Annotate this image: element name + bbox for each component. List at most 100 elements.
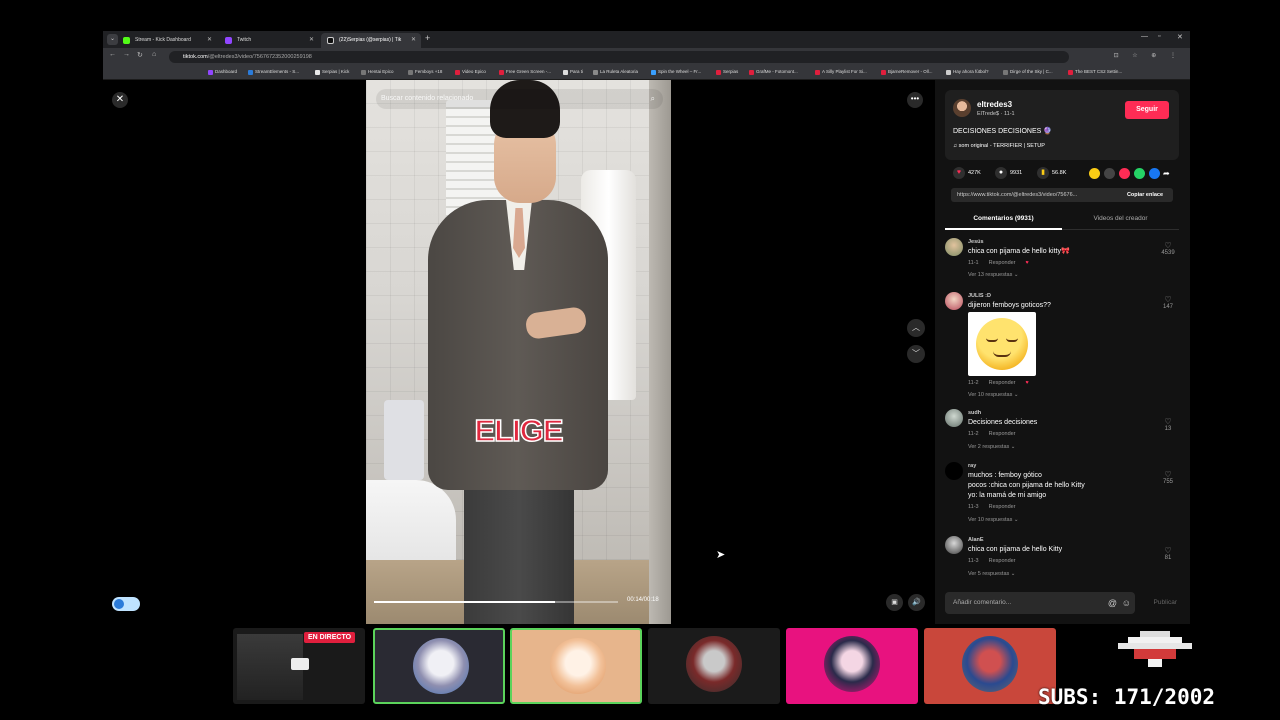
commenter-avatar[interactable] <box>945 462 963 480</box>
comment-meta: 11-2 Responder <box>968 431 1026 437</box>
subs-counter: SUBS: 171/2002 <box>1038 685 1216 709</box>
kick-icon <box>123 37 130 44</box>
close-window-icon[interactable]: ✕ <box>1177 33 1183 41</box>
search-icon[interactable]: ⌕ <box>651 89 655 109</box>
tiktok-page: ✕ ••• ︿ ﹀ ▣ 🔊 Buscar contenido relaciona… <box>103 80 1190 624</box>
reply-button[interactable]: Responder <box>989 431 1016 437</box>
guest-cam-1 <box>373 628 505 704</box>
commenter-avatar[interactable] <box>945 238 963 256</box>
bookmark-item[interactable]: Serpias | Kick <box>315 69 349 75</box>
tab-tiktok[interactable]: (22)Serpias (@serpias) | Tik ✕ <box>321 33 421 48</box>
bookmark-item[interactable]: StreamElements - S... <box>248 69 299 75</box>
commenter-name[interactable]: sudh <box>968 410 981 416</box>
address-bar[interactable]: tiktok.com/@eltredes3/video/756767235200… <box>169 51 1069 63</box>
minimize-icon[interactable]: — <box>1141 33 1148 40</box>
repost-icon[interactable] <box>1089 168 1100 179</box>
commenter-name[interactable]: JULIS :D <box>968 293 991 299</box>
mention-icon[interactable]: @ <box>1108 592 1117 614</box>
video-link[interactable]: https://www.tiktok.com/@eltredes3/video/… <box>957 188 1112 202</box>
reload-icon[interactable]: ↻ <box>137 51 143 59</box>
related-search-input[interactable]: Buscar contenido relacionado ⌕ <box>376 89 663 109</box>
sound-link[interactable]: ♫ som original - TERRIFIER | SETUP <box>953 143 1045 149</box>
view-replies[interactable]: Ver 5 respuestas ⌄ <box>968 571 1015 577</box>
commenter-name[interactable]: Jesús <box>968 239 984 245</box>
like-stat[interactable]: ♥ 427K <box>953 167 981 179</box>
bookmark-item[interactable]: Video Epico <box>455 69 486 75</box>
comment-like[interactable]: ♡ 147 <box>1157 295 1179 310</box>
reply-button[interactable]: Responder <box>989 260 1016 266</box>
reply-button[interactable]: Responder <box>989 558 1016 564</box>
autoscroll-toggle[interactable] <box>112 597 140 611</box>
bookmark-item[interactable]: Dashboard <box>208 69 237 75</box>
forward-icon[interactable]: → <box>123 51 130 58</box>
comment-input[interactable]: Añadir comentario... @ ☺ <box>945 592 1135 614</box>
comment-stat[interactable]: ● 9931 <box>995 167 1022 179</box>
follow-button[interactable]: Seguir <box>1125 101 1169 119</box>
bookmark-item[interactable]: Dirge of the Sky | C... <box>1003 69 1053 75</box>
bookmark-item[interactable]: Hay ahora fútbol? <box>946 69 989 75</box>
bookmark-item[interactable]: A Silly Playlist For Si... <box>815 69 867 75</box>
comment-like-count: 147 <box>1162 304 1173 310</box>
close-icon[interactable]: ✕ <box>207 33 212 48</box>
publish-button[interactable]: Publicar <box>1154 592 1177 614</box>
pip-icon[interactable]: ▣ <box>886 594 903 611</box>
view-replies[interactable]: Ver 2 respuestas ⌄ <box>968 444 1015 450</box>
bookmark-item[interactable]: The BEST CS2 Settin... <box>1068 69 1122 75</box>
back-icon[interactable]: ← <box>109 51 116 58</box>
tab-twitch[interactable]: Twitch ✕ <box>219 33 319 48</box>
comment-like[interactable]: ♡ 755 <box>1157 470 1179 485</box>
bookmark-item[interactable]: La Ruleta Aleatoria <box>593 69 638 75</box>
author-avatar[interactable] <box>953 99 971 117</box>
heart-outline-icon: ♡ <box>1164 295 1172 304</box>
toolbar-icons[interactable]: ⊡ ☆ ⊕ ⋮ <box>1114 52 1182 59</box>
next-video-icon[interactable]: ﹀ <box>907 345 925 363</box>
video-progress-bar[interactable] <box>374 601 618 603</box>
commenter-avatar[interactable] <box>945 292 963 310</box>
reply-button[interactable]: Responder <box>989 380 1016 386</box>
bookmark-item[interactable]: Free Green Screen -... <box>499 69 551 75</box>
view-replies[interactable]: Ver 10 respuestas ⌄ <box>968 392 1018 398</box>
comment-date: 11-1 <box>968 260 979 266</box>
new-tab-button[interactable]: + <box>425 33 430 43</box>
embed-icon[interactable] <box>1104 168 1115 179</box>
share-arrow-icon[interactable]: ➦ <box>1163 168 1174 179</box>
bookmark-item[interactable]: Femboys +18 <box>408 69 442 75</box>
more-options-icon[interactable]: ••• <box>907 92 923 108</box>
tab-comments[interactable]: Comentarios (9931) <box>945 208 1062 230</box>
comment-like[interactable]: ♡ 81 <box>1157 546 1179 561</box>
volume-icon[interactable]: 🔊 <box>908 594 925 611</box>
heart-icon: ♥ <box>953 167 965 179</box>
comment-image[interactable] <box>968 312 1036 376</box>
close-icon[interactable]: ✕ <box>112 92 128 108</box>
copy-link-button[interactable]: Copiar enlace <box>1117 188 1173 202</box>
bookmark-item[interactable]: Para ti <box>563 69 583 75</box>
comment-like[interactable]: ♡ 13 <box>1157 417 1179 432</box>
commenter-avatar[interactable] <box>945 536 963 554</box>
send-icon[interactable] <box>1119 168 1130 179</box>
view-replies[interactable]: Ver 10 respuestas ⌄ <box>968 517 1018 523</box>
bookmark-item[interactable]: Serpias <box>716 69 738 75</box>
bookmark-item[interactable]: GrafMe - Fotomont... <box>749 69 798 75</box>
whatsapp-icon[interactable] <box>1134 168 1145 179</box>
commenter-name[interactable]: AlanE <box>968 537 984 543</box>
tab-kick-dashboard[interactable]: Stream - Kick Dashboard ✕ <box>117 33 217 48</box>
author-name[interactable]: eltredes3 <box>977 100 1012 109</box>
bookmark-item[interactable]: Spin the Wheel – Fr... <box>651 69 701 75</box>
view-replies[interactable]: Ver 13 respuestas ⌄ <box>968 272 1018 278</box>
previous-video-icon[interactable]: ︿ <box>907 319 925 337</box>
video-player[interactable]: Buscar contenido relacionado ⌕ ELIGE 00:… <box>366 80 671 624</box>
close-icon[interactable]: ✕ <box>411 33 416 48</box>
close-icon[interactable]: ✕ <box>309 33 314 48</box>
bookmark-item[interactable]: Hentai Epico <box>361 69 394 75</box>
maximize-icon[interactable]: ▫ <box>1158 33 1160 40</box>
comment-like[interactable]: ♡ 4539 <box>1157 241 1179 256</box>
tab-creator-videos[interactable]: Videos del creador <box>1062 208 1179 230</box>
commenter-name[interactable]: ray <box>968 463 976 469</box>
bookmark-item[interactable]: BjarneRemover - Oll... <box>881 69 933 75</box>
facebook-icon[interactable] <box>1149 168 1160 179</box>
emoji-icon[interactable]: ☺ <box>1122 592 1131 614</box>
home-icon[interactable]: ⌂ <box>152 51 156 58</box>
commenter-avatar[interactable] <box>945 409 963 427</box>
reply-button[interactable]: Responder <box>989 504 1016 510</box>
bookmark-stat[interactable]: ▮ 56.8K <box>1037 167 1066 179</box>
